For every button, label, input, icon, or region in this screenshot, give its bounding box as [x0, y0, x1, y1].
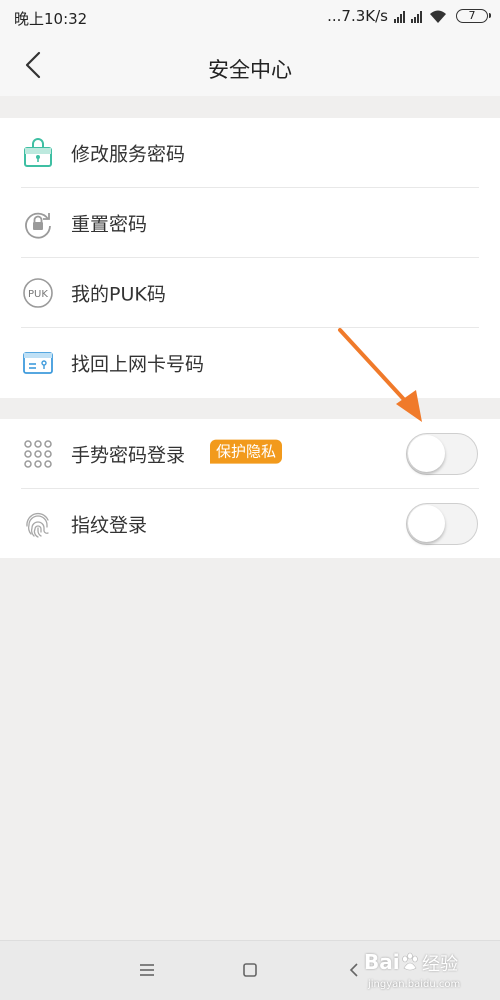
signal-icon-2: [411, 9, 422, 23]
home-button[interactable]: [239, 959, 261, 981]
header: 安全中心: [0, 34, 500, 96]
menu-button[interactable]: [136, 959, 158, 981]
menu-icon: [140, 964, 154, 976]
row-my-puk[interactable]: PUK 我的PUK码: [0, 258, 500, 328]
wifi-icon: [430, 10, 446, 23]
gesture-login-toggle[interactable]: [406, 433, 478, 475]
row-label: 修改服务密码: [71, 143, 186, 166]
watermark-experience: 经验: [422, 954, 458, 975]
row-reset-password[interactable]: 重置密码: [0, 188, 500, 258]
sim-card-icon: [21, 346, 55, 380]
row-fingerprint-login: 指纹登录: [0, 489, 500, 559]
lock-reset-icon: [21, 206, 55, 240]
row-label: 我的PUK码: [71, 283, 166, 306]
page-title: 安全中心: [208, 58, 292, 82]
battery-icon: 7: [456, 9, 491, 23]
status-time: 晚上10:32: [14, 10, 88, 28]
status-bar: 晚上10:32 ...7.3K/s 7: [0, 0, 500, 34]
nav-back-button[interactable]: [343, 959, 365, 981]
row-label: 手势密码登录: [71, 444, 186, 467]
row-change-service-password[interactable]: 修改服务密码: [0, 118, 500, 188]
toggle-knob: [408, 505, 445, 542]
lock-card-icon: [21, 136, 55, 170]
home-square-icon: [243, 963, 257, 977]
watermark-logo-text: Bai: [364, 950, 400, 974]
toggle-knob: [408, 435, 445, 472]
watermark-logo: Bai: [364, 950, 422, 974]
network-speed: ...7.3K/s: [327, 7, 388, 25]
system-nav-bar: Bai 经验 jingyan.baidu.com: [0, 940, 500, 1000]
watermark-url: jingyan.baidu.com: [368, 979, 461, 990]
back-chevron-icon: [349, 963, 358, 977]
login-method-section: 手势密码登录 保护隐私 指纹登录: [0, 419, 500, 558]
status-indicators: ...7.3K/s 7: [327, 7, 491, 25]
puk-icon: PUK: [21, 276, 55, 310]
row-label: 指纹登录: [71, 514, 148, 537]
row-label: 找回上网卡号码: [71, 353, 205, 376]
baidu-jingyan-watermark: Bai 经验 jingyan.baidu.com: [364, 946, 494, 996]
gesture-grid-icon: [21, 437, 55, 471]
battery-level: 7: [468, 9, 476, 22]
privacy-badge: 保护隐私: [210, 439, 283, 464]
fingerprint-login-toggle[interactable]: [406, 503, 478, 545]
svg-text:PUK: PUK: [28, 289, 48, 300]
row-label: 重置密码: [71, 213, 148, 236]
signal-icon-1: [394, 9, 405, 23]
annotation-arrow-icon: [338, 328, 422, 422]
paw-icon: [401, 952, 418, 971]
fingerprint-icon: [21, 507, 55, 541]
